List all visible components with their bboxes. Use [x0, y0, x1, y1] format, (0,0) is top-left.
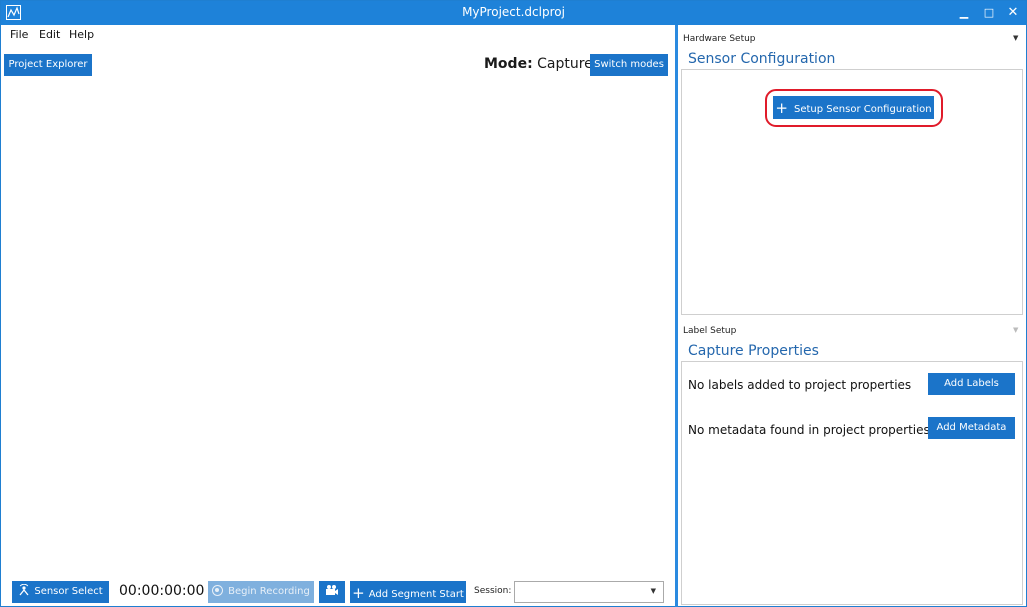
- mode-value: Capture: [537, 56, 593, 72]
- close-icon[interactable]: ✕: [1001, 1, 1025, 25]
- chevron-down-icon: ▼: [650, 587, 656, 595]
- add-labels-button[interactable]: Add Labels: [928, 373, 1015, 395]
- window-title: MyProject.dclproj: [462, 5, 565, 19]
- chevron-down-icon[interactable]: ▼: [1013, 326, 1018, 334]
- sensor-select-button[interactable]: Sensor Select: [12, 581, 109, 603]
- no-metadata-text: No metadata found in project properties: [688, 423, 930, 437]
- label-setup-header: Label Setup: [683, 326, 737, 336]
- add-segment-start-label: Add Segment Start: [368, 589, 464, 600]
- record-icon: [212, 585, 224, 596]
- add-segment-start-button[interactable]: + Add Segment Start: [350, 581, 466, 603]
- capture-properties-panel: [681, 361, 1023, 605]
- session-dropdown[interactable]: ▼: [514, 581, 664, 603]
- project-explorer-button[interactable]: Project Explorer: [4, 54, 92, 76]
- capture-properties-title: Capture Properties: [688, 343, 819, 359]
- no-labels-text: No labels added to project properties: [688, 378, 912, 392]
- plus-icon: +: [775, 99, 788, 117]
- menu-help[interactable]: Help: [69, 28, 94, 41]
- sensor-configuration-title: Sensor Configuration: [688, 51, 836, 67]
- app-window: MyProject.dclproj ▁ □ ✕ File Edit Help P…: [0, 0, 1027, 607]
- maximize-icon[interactable]: □: [977, 1, 1001, 25]
- menu-edit[interactable]: Edit: [39, 28, 60, 41]
- camera-icon: [326, 585, 338, 595]
- plus-icon: +: [352, 584, 365, 602]
- panel-splitter[interactable]: [675, 25, 678, 607]
- mode-label: Mode:: [484, 56, 533, 72]
- sensor-icon: [19, 583, 29, 596]
- sensor-select-label: Sensor Select: [34, 586, 103, 597]
- session-label: Session:: [474, 586, 512, 596]
- title-bar: MyProject.dclproj ▁ □ ✕: [1, 1, 1026, 25]
- recording-timer: 00:00:00:00: [119, 583, 205, 599]
- switch-modes-button[interactable]: Switch modes: [590, 54, 668, 76]
- add-metadata-button[interactable]: Add Metadata: [928, 417, 1015, 439]
- hardware-setup-header: Hardware Setup: [683, 34, 756, 44]
- mode-indicator: Mode: Capture: [484, 56, 593, 72]
- begin-recording-button[interactable]: Begin Recording: [208, 581, 314, 603]
- begin-recording-label: Begin Recording: [228, 586, 310, 597]
- chevron-down-icon[interactable]: ▼: [1013, 34, 1018, 42]
- setup-sensor-label: Setup Sensor Configuration: [794, 104, 932, 115]
- setup-sensor-configuration-button[interactable]: + Setup Sensor Configuration: [773, 96, 934, 119]
- menu-file[interactable]: File: [10, 28, 28, 41]
- camera-button[interactable]: [319, 581, 345, 603]
- minimize-icon[interactable]: ▁: [952, 1, 976, 25]
